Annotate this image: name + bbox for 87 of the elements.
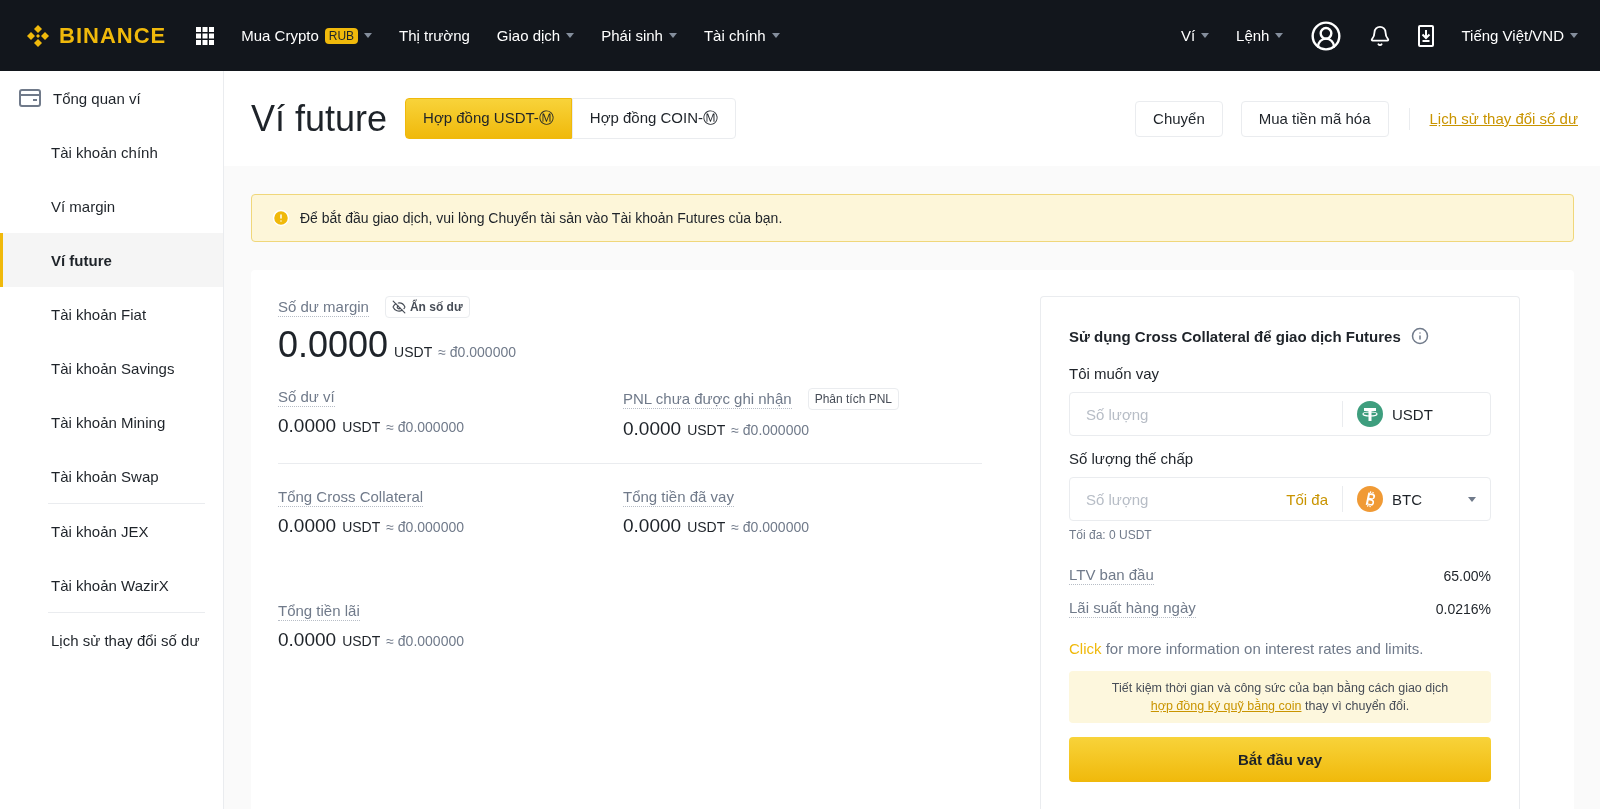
stat-value: 0.0000 bbox=[278, 629, 337, 651]
stat-label: Số dư ví bbox=[278, 388, 335, 407]
nav-link[interactable]: Tài chính bbox=[703, 27, 780, 44]
contract-tab[interactable]: Hợp đồng COIN-Ⓜ bbox=[571, 98, 736, 139]
margin-balance-label: Số dư margin bbox=[278, 297, 369, 317]
fiat-estimate: ≈ đ0.000000 bbox=[386, 419, 464, 435]
stat-value: 0.0000 bbox=[623, 515, 682, 537]
wallet-icon bbox=[19, 89, 41, 107]
warning-icon bbox=[272, 209, 290, 227]
sidebar-item[interactable]: Tài khoản Mining bbox=[0, 395, 223, 449]
margin-balance-value: 0.0000 bbox=[278, 324, 389, 366]
stat-value: 0.0000 bbox=[278, 515, 337, 537]
caret-icon bbox=[1275, 33, 1284, 38]
fiat-estimate: ≈ đ0.000000 bbox=[731, 422, 809, 438]
unit-label: USDT bbox=[687, 422, 726, 438]
coin-icon bbox=[1357, 401, 1383, 427]
currency-tag: RUB bbox=[324, 27, 359, 44]
stat-label: PNL chưa được ghi nhận bbox=[623, 389, 792, 409]
start-borrow-button[interactable]: Bắt đầu vay bbox=[1069, 737, 1491, 782]
caret-icon bbox=[1468, 496, 1476, 502]
caret-icon bbox=[668, 33, 677, 38]
fiat-estimate: ≈ đ0.000000 bbox=[386, 633, 464, 649]
logo-text[interactable]: BINANCE bbox=[59, 22, 167, 49]
sidebar-item[interactable]: Ví future bbox=[0, 233, 223, 287]
sidebar-item[interactable]: Tài khoản WazirX bbox=[0, 558, 223, 612]
nav-link[interactable]: Phái sinh bbox=[601, 27, 677, 44]
unit-label: USDT bbox=[342, 419, 381, 435]
notice-text: Tiết kiệm thời gian và công sức của bạn bằng cách giao dịch hợp đồng ký quỹ bằng coin thay vì chuyển đổi. bbox=[1069, 671, 1491, 723]
caret-icon bbox=[1201, 33, 1210, 38]
alert-text: Để bắt đầu giao dịch, vui lòng Chuyển tài sản vào Tài khoản Futures của bạn. bbox=[300, 210, 783, 226]
sidebar-item[interactable]: Tài khoản JEX bbox=[0, 504, 223, 558]
nav-link[interactable]: Lệnh bbox=[1236, 27, 1284, 44]
sidebar-item[interactable]: Tài khoản Savings bbox=[0, 341, 223, 395]
stat-value: 0.0000 bbox=[278, 415, 337, 437]
unit-label: USDT bbox=[394, 344, 433, 360]
page-title: Ví future bbox=[251, 97, 388, 140]
coin-icon bbox=[1357, 486, 1383, 512]
info-icon[interactable] bbox=[1410, 327, 1429, 345]
stat-label: Tổng Cross Collateral bbox=[278, 488, 424, 507]
caret-icon bbox=[364, 33, 373, 38]
nav-link[interactable]: Mua Crypto RUB bbox=[241, 27, 373, 44]
action-button[interactable]: Mua tiền mã hóa bbox=[1240, 100, 1389, 137]
rate-label: Lãi suất hàng ngày bbox=[1069, 599, 1196, 618]
language-selector[interactable]: Tiếng Việt/VND bbox=[1461, 27, 1578, 44]
info-text: Click for more information on interest rates and limits. bbox=[1069, 640, 1425, 657]
amount-field[interactable]: Số lượng USDT bbox=[1069, 392, 1491, 436]
caret-icon bbox=[1570, 33, 1578, 38]
logo-icon bbox=[25, 22, 51, 49]
hide-balance-button[interactable]: Ẩn số dư bbox=[384, 296, 470, 318]
sidebar-item[interactable]: Tài khoản Swap bbox=[0, 449, 223, 503]
panel-title: Sử dụng Cross Collateral để giao dịch Futures bbox=[1069, 327, 1401, 345]
unit-label: USDT bbox=[342, 633, 381, 649]
sidebar-item[interactable]: Tài khoản Fiat bbox=[0, 287, 223, 341]
rate-value: 65.00% bbox=[1443, 567, 1491, 584]
caret-icon bbox=[566, 33, 575, 38]
stat-label: Tổng tiền đã vay bbox=[623, 488, 734, 507]
nav-link[interactable]: Ví bbox=[1180, 27, 1210, 44]
stat-value: 0.0000 bbox=[623, 418, 682, 440]
unit-label: USDT bbox=[687, 519, 726, 535]
download-icon[interactable] bbox=[1418, 24, 1435, 47]
coin-name[interactable]: BTC bbox=[1392, 490, 1459, 508]
sidebar-item[interactable]: Tổng quan ví bbox=[0, 71, 223, 125]
stat-label: Tổng tiền lãi bbox=[278, 602, 360, 621]
fiat-estimate: ≈ đ0.000000 bbox=[386, 519, 464, 535]
pnl-analysis-button[interactable]: Phân tích PNL bbox=[807, 388, 900, 410]
account-icon[interactable] bbox=[1310, 19, 1343, 52]
unit-label: USDT bbox=[342, 519, 381, 535]
caret-icon bbox=[771, 33, 780, 38]
nav-link[interactable]: Thị trường bbox=[399, 27, 470, 44]
coin-name[interactable]: USDT bbox=[1392, 405, 1476, 423]
sidebar-item[interactable]: Lịch sử thay đổi số dư bbox=[0, 613, 223, 667]
rate-value: 0.0216% bbox=[1435, 600, 1491, 617]
fiat-estimate: ≈ đ0.000000 bbox=[731, 519, 809, 535]
grid-menu-icon[interactable] bbox=[196, 26, 215, 45]
amount-field[interactable]: Số lượng Tối đa BTC bbox=[1069, 477, 1491, 521]
field-label: Số lượng thế chấp bbox=[1069, 450, 1195, 467]
fiat-estimate: ≈ đ0.000000 bbox=[438, 344, 516, 360]
field-label: Tôi muốn vay bbox=[1069, 365, 1161, 382]
sidebar-item[interactable]: Ví margin bbox=[0, 179, 223, 233]
max-hint: Tối đa: 0 USDT bbox=[1069, 528, 1153, 542]
contract-tab[interactable]: Hợp đồng USDT-Ⓜ bbox=[405, 98, 572, 139]
rate-label: LTV ban đầu bbox=[1069, 566, 1154, 585]
sidebar-item[interactable]: Tài khoản chính bbox=[0, 125, 223, 179]
nav-link[interactable]: Giao dịch bbox=[496, 27, 575, 44]
action-button[interactable]: Chuyển bbox=[1135, 100, 1223, 137]
notification-icon[interactable] bbox=[1369, 24, 1392, 47]
eye-off-icon bbox=[391, 300, 406, 314]
